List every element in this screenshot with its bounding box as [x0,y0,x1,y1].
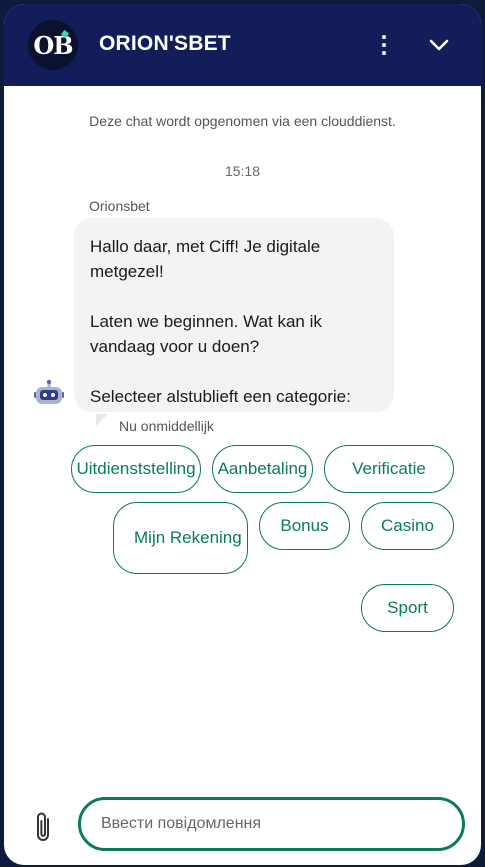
recording-notice: Deze chat wordt opgenomen via een cloudd… [89,113,396,129]
message-timestamp: 15:18 [224,163,261,179]
quick-reply-uitdienststelling[interactable]: Uitdienststelling [71,445,201,493]
message-composer [4,792,481,852]
quick-reply-sport[interactable]: Sport [361,584,454,632]
chevron-down-icon [429,39,449,51]
message-line: Laten we beginnen. Wat kan ik vandaag vo… [90,312,322,356]
sender-name: Orionsbet [89,198,150,214]
message-input[interactable] [78,797,465,851]
bubble-tail [96,414,108,426]
message-line: Hallo daar, met Ciff! Je digitale metgez… [90,237,321,281]
bot-message-bubble: Hallo daar, met Ciff! Je digitale metgez… [74,218,394,412]
paperclip-icon [37,812,49,841]
more-options-button[interactable] [374,30,394,60]
chat-header: OB ORION'SBET [4,4,481,86]
attach-file-button[interactable] [34,810,54,844]
message-status: Nu onmiddellijk [119,418,214,434]
minimize-chat-button[interactable] [426,32,452,58]
bot-avatar [34,379,64,407]
quick-reply-mijn-rekening[interactable]: Mijn Rekening [113,502,248,574]
vertical-ellipsis-icon [382,35,386,39]
robot-icon [34,379,64,404]
chat-widget: OB ORION'SBET Deze chat wordt opgenomen … [4,4,481,865]
quick-reply-casino[interactable]: Casino [361,502,454,550]
quick-reply-bonus[interactable]: Bonus [259,502,350,550]
brand-logo: OB [28,20,78,70]
chat-title: ORION'SBET [99,32,231,55]
quick-reply-aanbetaling[interactable]: Aanbetaling [212,445,313,493]
quick-reply-verificatie[interactable]: Verificatie [324,445,454,493]
message-line: Selecteer alstublieft een categorie: [90,387,351,406]
